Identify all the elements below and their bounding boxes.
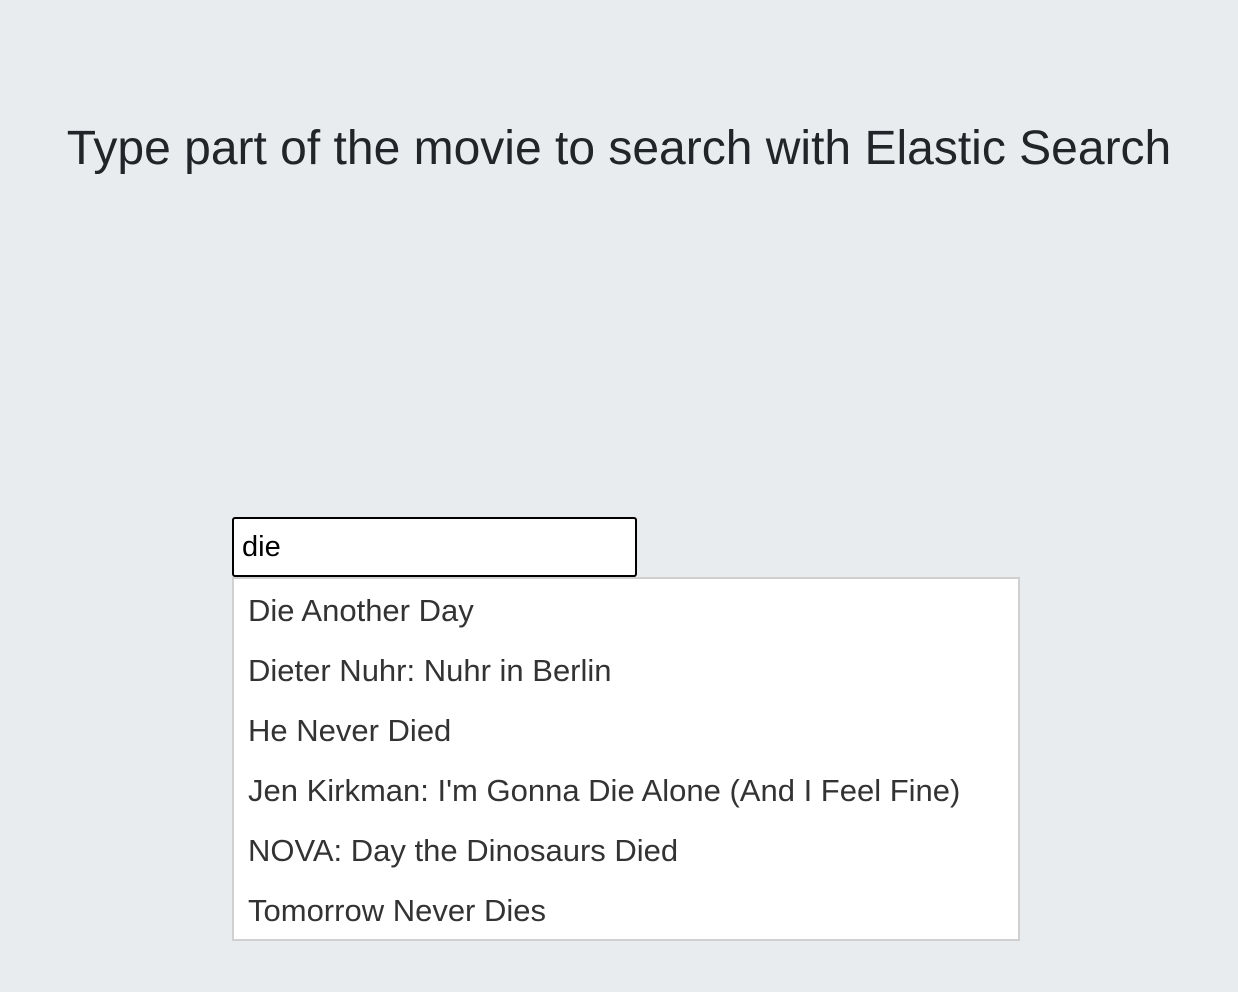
autocomplete-suggestions: Die Another Day Dieter Nuhr: Nuhr in Ber… (232, 577, 1020, 941)
page-title: Type part of the movie to search with El… (66, 122, 1172, 175)
suggestion-item[interactable]: He Never Died (234, 701, 1018, 761)
suggestion-item[interactable]: Dieter Nuhr: Nuhr in Berlin (234, 641, 1018, 701)
suggestion-item[interactable]: Die Another Day (234, 581, 1018, 641)
suggestion-item[interactable]: Jen Kirkman: I'm Gonna Die Alone (And I … (234, 761, 1018, 821)
search-input[interactable] (232, 517, 637, 577)
suggestion-item[interactable]: NOVA: Day the Dinosaurs Died (234, 821, 1018, 881)
suggestion-item[interactable]: Tomorrow Never Dies (234, 881, 1018, 941)
